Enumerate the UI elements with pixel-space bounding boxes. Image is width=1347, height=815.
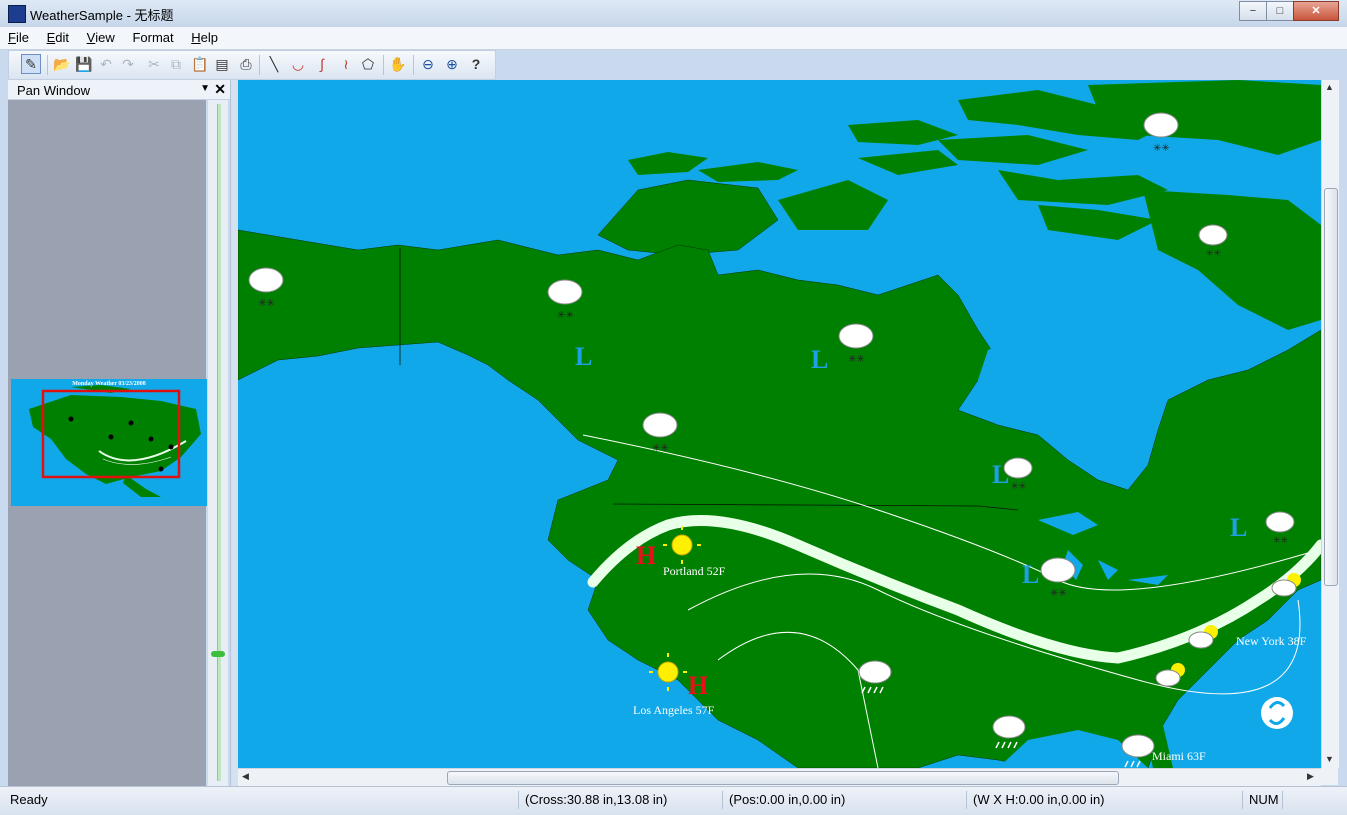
vertical-scrollbar[interactable]: ▲ ▼ [1321, 80, 1339, 768]
undo-icon[interactable]: ↶ [97, 55, 115, 73]
toolbar-separator [47, 55, 48, 75]
toolbar-separator [383, 55, 384, 75]
minimize-button[interactable]: − [1239, 1, 1267, 21]
warm-front-icon[interactable]: ◡ [289, 55, 307, 73]
status-cross: (Cross:30.88 in,13.08 in) [518, 791, 725, 809]
svg-text:✳✳: ✳✳ [1011, 481, 1027, 491]
svg-text:✳✳: ✳✳ [1206, 248, 1222, 258]
high-pressure-symbol[interactable]: H [636, 541, 656, 570]
zoom-out-icon[interactable]: ⊖ [419, 55, 437, 73]
scroll-right-icon[interactable]: ▶ [1307, 771, 1314, 782]
svg-text:✳✳: ✳✳ [652, 443, 669, 454]
cut-icon[interactable]: ✂ [145, 55, 163, 73]
horizontal-scroll-thumb[interactable] [447, 771, 1119, 785]
overview-map-graphic: Monday Weather 03/23/2008 [29, 381, 201, 497]
svg-text:✳✳: ✳✳ [1273, 535, 1289, 545]
hurricane-icon[interactable] [1261, 697, 1293, 729]
low-pressure-symbol[interactable]: L [811, 345, 828, 374]
low-pressure-symbol[interactable]: L [575, 342, 592, 371]
copy-icon[interactable]: ⧉ [167, 55, 185, 73]
pan-window-close-icon[interactable]: ✕ [214, 81, 226, 98]
overview-map-title: Monday Weather 03/23/2008 [72, 381, 145, 387]
polygon-tool-icon[interactable]: ⬠ [359, 55, 377, 73]
status-size: (W X H:0.00 in,0.00 in) [966, 791, 1213, 809]
menu-view[interactable]: View [79, 27, 121, 45]
snow-cloud-icon[interactable]: ✳✳ [1143, 112, 1179, 154]
city-label-new-york[interactable]: New York 38F [1236, 634, 1307, 648]
occluded-front-icon[interactable]: ≀ [337, 55, 355, 73]
scrollbar-corner [1321, 768, 1338, 785]
pan-window-header: Pan Window ▼ ✕ [8, 80, 230, 100]
map-view[interactable]: H H L L L L L ✳✳ ✳✳ ✳✳ ✳✳ ✳✳ ✳✳ ✳✳ ✳✳ ✳✳… [238, 80, 1321, 768]
help-icon[interactable]: ? [467, 55, 485, 73]
pan-overview-map[interactable]: Monday Weather 03/23/2008 [11, 379, 207, 506]
line-tool-icon[interactable]: ╲ [265, 55, 283, 73]
print-icon[interactable]: ⎙ [237, 55, 255, 73]
window-controls: − □ ✕ [1239, 1, 1339, 21]
toolbar-separator [259, 55, 260, 75]
open-icon[interactable]: 📂 [53, 55, 71, 73]
zoom-slider[interactable] [208, 100, 228, 786]
low-pressure-symbol[interactable]: L [1230, 513, 1247, 542]
horizontal-scrollbar[interactable]: ◀ ▶ [238, 768, 1321, 786]
zoom-slider-track [217, 104, 221, 781]
maximize-button[interactable]: □ [1266, 1, 1294, 21]
redo-icon[interactable]: ↷ [119, 55, 137, 73]
menu-format[interactable]: Format [124, 27, 179, 45]
scroll-down-icon[interactable]: ▼ [1325, 754, 1334, 764]
cold-front-icon[interactable]: ∫ [313, 55, 331, 73]
toolbar: ✎ 📂 💾 ↶ ↷ ✂ ⧉ 📋 ▤ ⎙ ╲ ◡ ∫ ≀ ⬠ ✋ ⊖ ⊕ ? [8, 50, 496, 80]
pin-icon[interactable]: ▼ [200, 83, 210, 94]
app-icon [8, 5, 26, 23]
scroll-up-icon[interactable]: ▲ [1325, 82, 1334, 92]
zoom-in-icon[interactable]: ⊕ [443, 55, 461, 73]
zoom-slider-thumb[interactable] [211, 651, 225, 657]
city-label-miami[interactable]: Miami 63F [1152, 749, 1206, 763]
pan-window-body: Monday Weather 03/23/2008 [8, 100, 207, 786]
svg-text:✳✳: ✳✳ [258, 298, 275, 309]
toolbar-separator [413, 55, 414, 75]
paste-special-icon[interactable]: ▤ [213, 55, 231, 73]
window-title: WeatherSample - 无标题 [30, 8, 174, 23]
weather-map: H H L L L L L ✳✳ ✳✳ ✳✳ ✳✳ ✳✳ ✳✳ ✳✳ ✳✳ ✳✳… [238, 80, 1321, 768]
status-bar: Ready (Cross:30.88 in,13.08 in) (Pos:0.0… [0, 786, 1347, 815]
menu-edit[interactable]: Edit [39, 27, 75, 45]
title-bar: WeatherSample - 无标题 − □ ✕ [0, 0, 1347, 28]
status-scroll [1282, 791, 1325, 809]
scroll-left-icon[interactable]: ◀ [242, 771, 249, 782]
pan-window-title: Pan Window [17, 83, 90, 98]
menu-help[interactable]: Help [183, 27, 224, 45]
svg-text:✳✳: ✳✳ [848, 354, 865, 365]
status-position: (Pos:0.00 in,0.00 in) [722, 791, 967, 809]
select-tool-icon[interactable]: ✎ [21, 54, 41, 74]
close-button[interactable]: ✕ [1293, 1, 1339, 21]
svg-text:✳✳: ✳✳ [1050, 588, 1067, 599]
paste-icon[interactable]: 📋 [191, 55, 209, 73]
status-num: NUM [1242, 791, 1285, 809]
svg-text:✳✳: ✳✳ [557, 310, 574, 321]
city-label-portland[interactable]: Portland 52F [663, 564, 726, 578]
menu-file[interactable]: File [0, 27, 35, 45]
low-pressure-symbol[interactable]: L [1022, 560, 1039, 589]
svg-text:✳✳: ✳✳ [1153, 143, 1170, 154]
city-label-los-angeles[interactable]: Los Angeles 57F [633, 703, 715, 717]
status-ready: Ready [10, 792, 48, 807]
pan-hand-icon[interactable]: ✋ [389, 55, 407, 73]
menu-bar: File Edit View Format Help [0, 27, 1347, 50]
high-pressure-symbol[interactable]: H [688, 671, 708, 700]
vertical-scroll-thumb[interactable] [1324, 188, 1338, 586]
save-icon[interactable]: 💾 [75, 55, 93, 73]
